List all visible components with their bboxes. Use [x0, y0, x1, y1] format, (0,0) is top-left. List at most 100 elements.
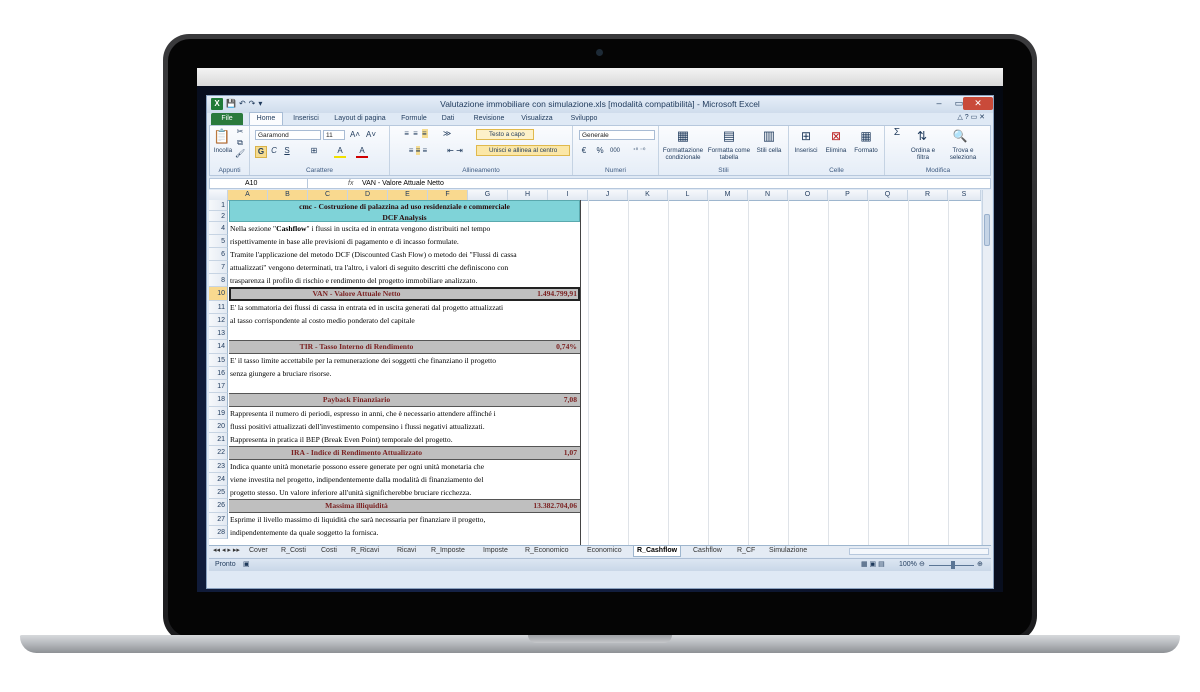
col-header-h[interactable]: H	[508, 190, 548, 200]
sheet-tab-economico[interactable]: Economico	[587, 546, 622, 556]
cell-a21[interactable]: Rappresenta in pratica il BEP (Break Eve…	[229, 433, 580, 446]
scroll-thumb[interactable]	[984, 214, 990, 246]
minimize-button[interactable]: –	[929, 97, 949, 110]
sheet-tab-r-cashflow[interactable]: R_Cashflow	[633, 546, 682, 557]
cell-a25[interactable]: progetto stesso. Un valore inferiore all…	[229, 486, 580, 499]
horizontal-scrollbar[interactable]	[849, 548, 989, 555]
sheet-nav-icons[interactable]: ◂◂ ◂ ▸ ▸▸	[213, 546, 240, 556]
cell-styles-button[interactable]: Stili cella	[753, 147, 785, 154]
row-header[interactable]: 28	[209, 526, 228, 539]
conditional-format-icon[interactable]: ▦	[673, 128, 693, 144]
sort-filter-button[interactable]: Ordina e filtra	[905, 147, 941, 161]
row-header[interactable]: 24	[209, 473, 228, 486]
col-header-k[interactable]: K	[628, 190, 668, 200]
font-color-icon[interactable]: A	[356, 146, 368, 158]
number-format-select[interactable]: Generale	[579, 130, 655, 140]
zoom-out-icon[interactable]: ⊖	[919, 560, 925, 570]
find-select-icon[interactable]: 🔍	[951, 128, 969, 144]
row-header[interactable]: 13	[209, 327, 228, 340]
format-table-icon[interactable]: ▤	[719, 128, 739, 144]
tab-data[interactable]: Dati	[437, 113, 459, 125]
row-header[interactable]: 5	[209, 235, 228, 248]
wrap-text-button[interactable]: Testo a capo	[476, 129, 534, 140]
currency-icon[interactable]: €	[579, 146, 589, 156]
col-header-i[interactable]: I	[548, 190, 588, 200]
row-header[interactable]: 11	[209, 301, 228, 314]
format-painter-icon[interactable]: 🖌	[235, 149, 245, 159]
row-header[interactable]: 21	[209, 433, 228, 446]
tab-home[interactable]: Home	[249, 112, 283, 126]
cell-a24[interactable]: viene investita nel progetto, indipenden…	[229, 473, 580, 486]
col-header-c[interactable]: C	[308, 190, 348, 200]
sheet-tab-ricavi[interactable]: Ricavi	[397, 546, 416, 556]
col-header-b[interactable]: B	[268, 190, 308, 200]
sheet-tab-r-cf[interactable]: R_CF	[737, 546, 755, 556]
italic-button[interactable]: C	[269, 146, 279, 156]
bold-button[interactable]: G	[255, 146, 267, 158]
col-header-f[interactable]: F	[428, 190, 468, 200]
cell-a27[interactable]: Esprime il livello massimo di liquidità …	[229, 513, 580, 526]
col-header-o[interactable]: O	[788, 190, 828, 200]
col-header-m[interactable]: M	[708, 190, 748, 200]
zoom-in-icon[interactable]: ⊕	[977, 560, 983, 570]
col-header-r[interactable]: R	[908, 190, 948, 200]
font-size-select[interactable]: 11	[323, 130, 345, 140]
col-header-e[interactable]: E	[388, 190, 428, 200]
row-header[interactable]: 12	[209, 314, 228, 327]
help-icon[interactable]: △ ? ▭ ✕	[957, 113, 985, 121]
underline-button[interactable]: S	[282, 146, 292, 156]
row-header[interactable]: 23	[209, 460, 228, 473]
cell-a19[interactable]: Rappresenta il numero di periodi, espres…	[229, 407, 580, 420]
select-all-corner[interactable]	[209, 190, 228, 200]
sheet-tab-imposte[interactable]: Imposte	[483, 546, 508, 556]
cell-a7[interactable]: attualizzati" vengono determinati, tra l…	[229, 261, 580, 274]
formula-input[interactable]: VAN - Valore Attuale Netto	[362, 179, 444, 188]
delete-cells-icon[interactable]: ⊠	[827, 128, 845, 144]
row-header[interactable]: 10	[209, 287, 228, 301]
format-cells-icon[interactable]: ▦	[857, 128, 875, 144]
cell-styles-icon[interactable]: ▥	[759, 128, 779, 144]
zoom-slider-knob[interactable]	[951, 561, 955, 569]
sheet-tab-r-economico[interactable]: R_Economico	[525, 546, 569, 556]
worksheet-grid[interactable]: A B C D E F G H I J K L M N O P Q R S 1 …	[209, 190, 981, 545]
horizontal-align-icons[interactable]: ≡ ≡ ≡	[396, 146, 440, 156]
cell-a12[interactable]: al tasso corrispondente al costo medio p…	[229, 314, 580, 327]
row-header[interactable]: 2	[209, 211, 228, 222]
cell-a15[interactable]: E' il tasso limite accettabile per la re…	[229, 354, 580, 367]
fill-color-icon[interactable]: A	[334, 146, 346, 158]
row-header[interactable]: 16	[209, 367, 228, 380]
format-cells-button[interactable]: Formato	[851, 147, 881, 154]
tab-review[interactable]: Revisione	[469, 113, 509, 125]
cell-a4[interactable]: Nella sezione "Cashflow" i flussi in usc…	[229, 222, 580, 235]
vertical-align-icons[interactable]: ≡ ≡ ≡	[396, 129, 436, 139]
insert-cells-button[interactable]: Inserisci	[791, 147, 821, 154]
tab-page-layout[interactable]: Layout di pagina	[329, 113, 391, 125]
row-header[interactable]: 14	[209, 340, 228, 354]
sheet-tab-r-costi[interactable]: R_Costi	[281, 546, 306, 556]
close-button[interactable]: ✕	[963, 97, 993, 110]
conditional-format-button[interactable]: Formattazione condizionale	[659, 147, 707, 161]
row-header[interactable]: 25	[209, 486, 228, 499]
cut-icon[interactable]: ✂	[235, 127, 245, 137]
ira-row[interactable]: IRA - Indice di Rendimento Attualizzato …	[229, 446, 580, 460]
col-header-q[interactable]: Q	[868, 190, 908, 200]
tab-developer[interactable]: Sviluppo	[565, 113, 603, 125]
cell-a23[interactable]: Indica quante unità monetarie possono es…	[229, 460, 580, 473]
row-header[interactable]: 26	[209, 499, 228, 513]
thousands-icon[interactable]: 000	[608, 146, 622, 156]
col-header-g[interactable]: G	[468, 190, 508, 200]
percent-icon[interactable]: %	[595, 146, 605, 156]
col-header-s[interactable]: S	[948, 190, 981, 200]
orientation-icon[interactable]: ≫	[440, 129, 454, 139]
decimals-icon[interactable]: ⁺⁰ ⁻⁰	[627, 146, 651, 156]
cell-a28[interactable]: indipendentemente da quale soggetto la f…	[229, 526, 580, 539]
row-header[interactable]: 20	[209, 420, 228, 433]
font-name-select[interactable]: Garamond	[255, 130, 321, 140]
row-header[interactable]: 6	[209, 248, 228, 261]
cell-a8[interactable]: trasparenza il profilo di rischio e rend…	[229, 274, 580, 287]
row-header[interactable]: 4	[209, 222, 228, 235]
sort-filter-icon[interactable]: ⇅	[913, 128, 931, 144]
van-row[interactable]: VAN - Valore Attuale Netto 1.494.799,91	[229, 287, 580, 301]
grow-font-icon[interactable]: A˄	[348, 130, 362, 140]
delete-cells-button[interactable]: Elimina	[821, 147, 851, 154]
